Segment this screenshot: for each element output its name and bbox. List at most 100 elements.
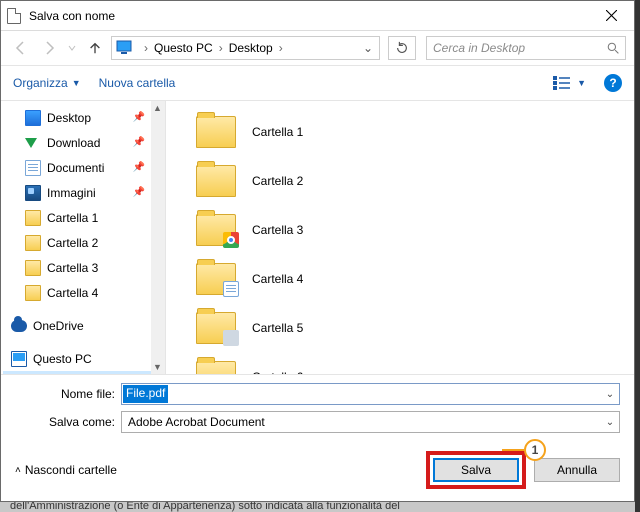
- document-icon: [223, 281, 239, 297]
- filename-input[interactable]: [122, 387, 601, 401]
- cancel-button[interactable]: Annulla: [534, 458, 620, 482]
- tree-label: Documenti: [47, 161, 104, 175]
- file-name: Cartella 3: [252, 223, 303, 237]
- view-mode-button[interactable]: [553, 74, 571, 92]
- folder-icon: [25, 210, 41, 226]
- file-row[interactable]: Cartella 4: [176, 254, 624, 303]
- help-button[interactable]: ?: [604, 74, 622, 92]
- tree-label: Cartella 2: [47, 236, 98, 250]
- tree-downloads[interactable]: Download 📌: [3, 130, 163, 155]
- file-row[interactable]: Cartella 6: [176, 352, 624, 374]
- pin-icon: 📌: [133, 112, 145, 123]
- file-row[interactable]: Cartella 5: [176, 303, 624, 352]
- tree-desktop-2[interactable]: Desktop: [3, 371, 163, 374]
- forward-button[interactable]: [37, 36, 61, 60]
- annotation-step-number: 1: [524, 439, 546, 461]
- tree-label: Cartella 4: [47, 286, 98, 300]
- filename-combo[interactable]: File.pdf ⌄: [121, 383, 620, 405]
- file-name: Cartella 2: [252, 174, 303, 188]
- breadcrumb-desktop[interactable]: Desktop: [227, 41, 275, 55]
- search-input[interactable]: [427, 41, 601, 55]
- tree-label: Download: [47, 136, 100, 150]
- chevron-down-icon: ▼: [72, 78, 81, 88]
- up-button[interactable]: [83, 36, 107, 60]
- toolbar: Organizza ▼ Nuova cartella ▼ ?: [1, 65, 634, 101]
- file-name: Cartella 6: [252, 370, 303, 375]
- refresh-icon: [395, 41, 409, 55]
- folder-icon: [196, 312, 236, 344]
- tree-documents[interactable]: Documenti 📌: [3, 155, 163, 180]
- tree-scrollbar[interactable]: [151, 101, 165, 374]
- cloud-icon: [11, 318, 27, 334]
- file-name: Cartella 5: [252, 321, 303, 335]
- folder-icon: [196, 361, 236, 375]
- tree-label: Cartella 1: [47, 211, 98, 225]
- back-button[interactable]: [9, 36, 33, 60]
- folder-icon: [196, 214, 236, 246]
- document-icon: [25, 160, 41, 176]
- close-button[interactable]: [588, 1, 634, 31]
- pin-icon: 📌: [133, 187, 145, 198]
- chrome-icon: [223, 232, 239, 248]
- recent-button[interactable]: [65, 36, 79, 60]
- file-row[interactable]: Cartella 1: [176, 107, 624, 156]
- chevron-down-icon[interactable]: ▼: [577, 78, 586, 88]
- desktop-icon: [25, 110, 41, 126]
- tree-label: Cartella 3: [47, 261, 98, 275]
- tree-folder-4[interactable]: Cartella 4: [3, 280, 163, 305]
- file-name: Cartella 4: [252, 272, 303, 286]
- tree-label: Desktop: [47, 111, 91, 125]
- pc-icon: [11, 351, 27, 367]
- download-icon: [25, 135, 41, 151]
- chevron-down-icon[interactable]: ⌄: [601, 389, 619, 400]
- filetype-value: Adobe Acrobat Document: [128, 415, 601, 429]
- window-title: Salva con nome: [29, 9, 588, 23]
- breadcrumb-pc[interactable]: Questo PC: [152, 41, 215, 55]
- file-row[interactable]: Cartella 2: [176, 156, 624, 205]
- filename-value-selected: File.pdf: [123, 385, 168, 403]
- chevron-right-icon: ›: [275, 41, 287, 55]
- tree-label: OneDrive: [33, 319, 84, 333]
- organize-button[interactable]: Organizza ▼: [13, 76, 81, 90]
- tree-thispc[interactable]: Questo PC: [3, 346, 163, 371]
- hide-folders-button[interactable]: ˄ Nascondi cartelle: [15, 463, 117, 477]
- pin-icon: 📌: [133, 137, 145, 148]
- dialog-footer: ˄ Nascondi cartelle Salva 1 Annulla: [1, 445, 634, 501]
- file-list: Cartella 1 Cartella 2 Cartella 3 Cartell…: [166, 101, 634, 374]
- folder-icon: [25, 285, 41, 301]
- filetype-label: Salva come:: [15, 415, 121, 429]
- folder-icon: [196, 116, 236, 148]
- chevron-down-icon[interactable]: ⌄: [601, 417, 619, 428]
- arrow-up-icon: [88, 41, 102, 55]
- titlebar: Salva con nome: [1, 1, 634, 31]
- arrow-right-icon: [41, 40, 57, 56]
- file-row[interactable]: Cartella 3: [176, 205, 624, 254]
- folder-icon: [25, 235, 41, 251]
- folder-icon: [196, 263, 236, 295]
- hide-folders-label: Nascondi cartelle: [25, 463, 117, 477]
- tree-folder-2[interactable]: Cartella 2: [3, 230, 163, 255]
- tree-onedrive[interactable]: OneDrive: [3, 313, 163, 338]
- tree-pictures[interactable]: Immagini 📌: [3, 180, 163, 205]
- tree-label: Immagini: [47, 186, 96, 200]
- tree-folder-1[interactable]: Cartella 1: [3, 205, 163, 230]
- form-area: Nome file: File.pdf ⌄ Salva come: Adobe …: [1, 375, 634, 445]
- filetype-combo[interactable]: Adobe Acrobat Document ⌄: [121, 411, 620, 433]
- search-icon: [601, 42, 625, 55]
- save-as-dialog: Salva con nome › Questo PC › Desktop › ⌄: [0, 0, 635, 502]
- chevron-right-icon: ›: [215, 41, 227, 55]
- tree-folder-3[interactable]: Cartella 3: [3, 255, 163, 280]
- nav-row: › Questo PC › Desktop › ⌄: [1, 31, 634, 65]
- arrow-left-icon: [13, 40, 29, 56]
- search-box[interactable]: [426, 36, 626, 60]
- save-button[interactable]: Salva: [433, 458, 519, 482]
- file-name: Cartella 1: [252, 125, 303, 139]
- chevron-down-icon[interactable]: ⌄: [359, 41, 379, 55]
- breadcrumb[interactable]: › Questo PC › Desktop › ⌄: [111, 36, 380, 60]
- organize-label: Organizza: [13, 76, 68, 90]
- refresh-button[interactable]: [388, 36, 416, 60]
- chevron-down-icon: [68, 44, 76, 52]
- tree-desktop[interactable]: Desktop 📌: [3, 105, 163, 130]
- new-folder-button[interactable]: Nuova cartella: [99, 76, 176, 90]
- pin-icon: 📌: [133, 162, 145, 173]
